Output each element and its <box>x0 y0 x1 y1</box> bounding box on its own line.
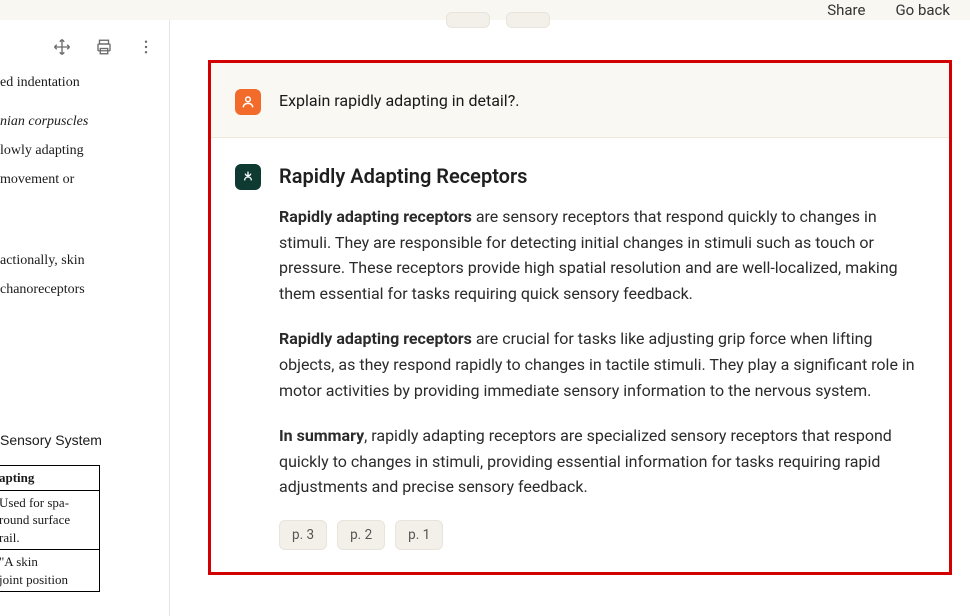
doc-text: ed indentation <box>0 72 169 93</box>
go-back-link[interactable]: Go back <box>895 1 950 19</box>
bot-avatar <box>235 164 261 190</box>
doc-text: movement or <box>0 169 169 190</box>
page-pill[interactable]: p. 2 <box>337 520 385 550</box>
bot-response-title: Rapidly Adapting Receptors <box>279 164 919 188</box>
share-link[interactable]: Share <box>827 1 865 19</box>
print-icon[interactable] <box>95 38 113 60</box>
bot-message-row: Rapidly Adapting Receptors Rapidly adapt… <box>211 138 949 572</box>
conversation-highlight: Explain rapidly adapting in detail?. Rap… <box>208 60 952 575</box>
user-message-row: Explain rapidly adapting in detail?. <box>211 63 949 138</box>
user-message-text: Explain rapidly adapting in detail?. <box>279 89 519 110</box>
doc-content: ed indentation nian corpuscles lowly ada… <box>0 72 169 592</box>
page-reference-row: p. 3 p. 2 p. 1 <box>279 520 919 550</box>
page-pill[interactable] <box>446 12 490 28</box>
table-header: apting <box>0 466 99 491</box>
document-panel: ed indentation nian corpuscles lowly ada… <box>0 20 170 616</box>
table-cell: Used for spa- round surface rail. <box>0 491 99 551</box>
page-pill[interactable] <box>506 12 550 28</box>
user-avatar <box>235 89 261 115</box>
bot-message-content: Rapidly Adapting Receptors Rapidly adapt… <box>279 164 919 550</box>
page-pill[interactable]: p. 3 <box>279 520 327 550</box>
chat-panel: Explain rapidly adapting in detail?. Rap… <box>170 20 970 616</box>
doc-section-title: Sensory System <box>0 430 169 451</box>
bot-paragraph: Rapidly adapting receptors are crucial f… <box>279 326 919 403</box>
doc-toolbar <box>0 20 169 72</box>
doc-text: chanoreceptors <box>0 279 169 300</box>
table-cell: "A skin joint position <box>0 550 99 591</box>
doc-text: lowly adapting <box>0 140 169 161</box>
doc-text: actionally, skin <box>0 250 169 271</box>
more-icon[interactable] <box>137 38 155 60</box>
bot-paragraph: In summary, rapidly adapting receptors a… <box>279 423 919 500</box>
page-pill[interactable]: p. 1 <box>395 520 443 550</box>
doc-table: apting Used for spa- round surface rail.… <box>0 465 100 592</box>
doc-text: nian corpuscles <box>0 111 169 132</box>
bot-paragraph: Rapidly adapting receptors are sensory r… <box>279 204 919 306</box>
move-icon[interactable] <box>53 38 71 60</box>
prev-page-pills <box>446 12 550 28</box>
top-bar: Share Go back <box>827 0 970 20</box>
